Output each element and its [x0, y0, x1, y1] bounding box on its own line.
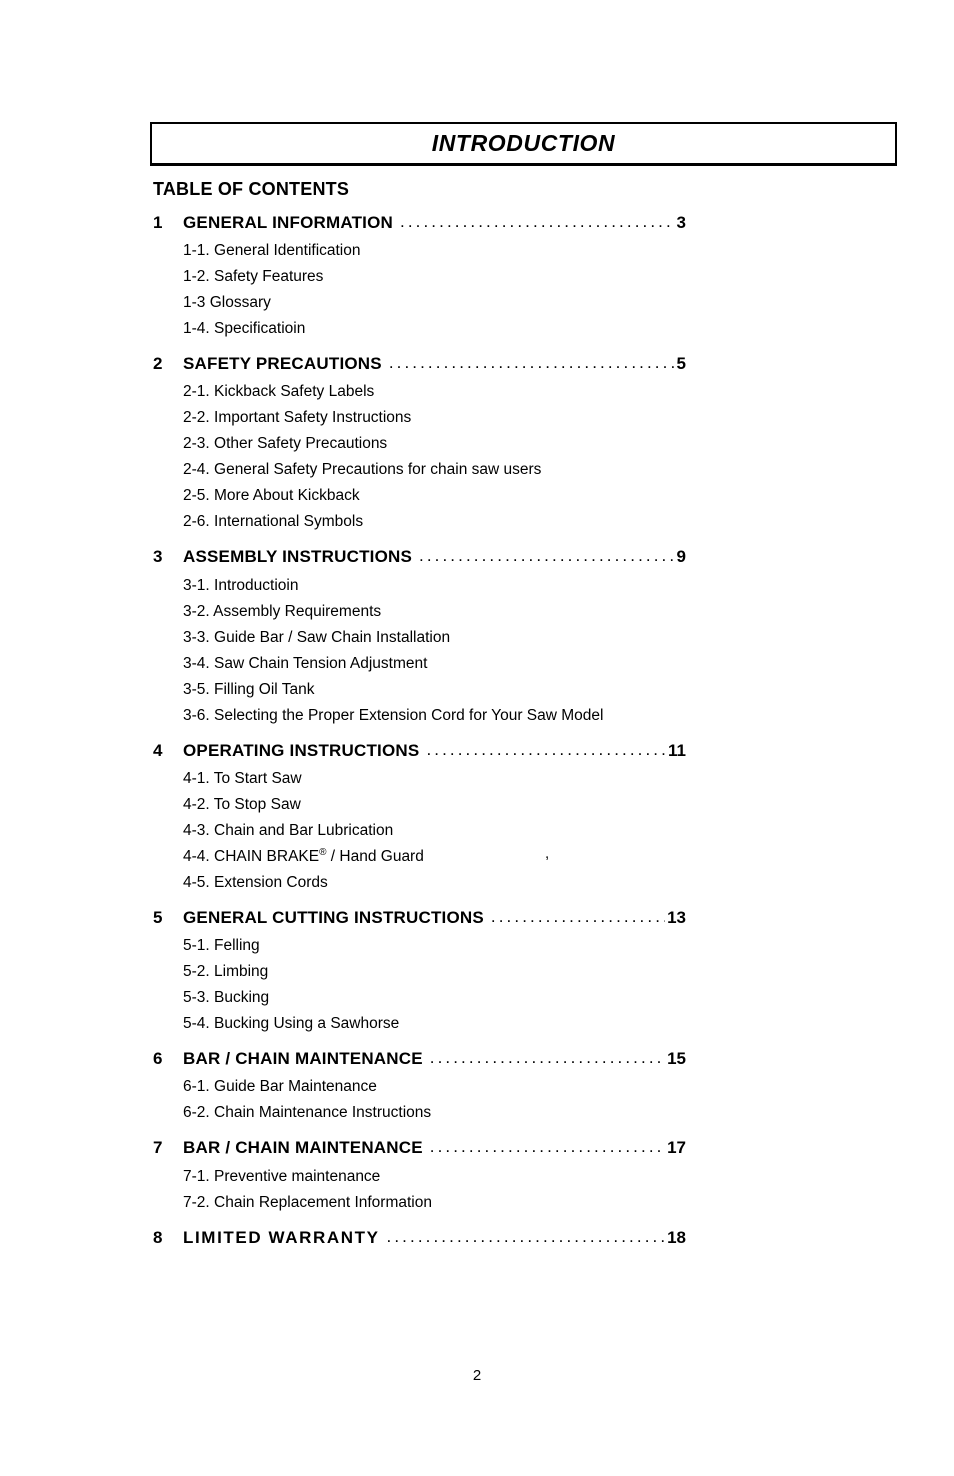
- dot-leader: ........................................…: [490, 906, 665, 926]
- toc-subsection[interactable]: 3-2. Assembly Requirements: [183, 599, 898, 625]
- toc-section: 1 GENERAL INFORMATION....................…: [153, 212, 898, 342]
- toc-subsection[interactable]: 4-3. Chain and Bar Lubrication: [183, 818, 898, 844]
- toc-section-page-number: 3: [676, 212, 686, 232]
- toc-section-title: LIMITED WARRANTY: [183, 1227, 380, 1247]
- dot-leader: ........................................…: [429, 1048, 665, 1068]
- toc-subsection[interactable]: 2-1. Kickback Safety Labels: [183, 379, 898, 405]
- toc-section-row[interactable]: 5 GENERAL CUTTING INSTRUCTIONS...........…: [153, 907, 686, 928]
- dot-leader: ........................................…: [426, 739, 666, 759]
- toc-section-row[interactable]: 7 BAR / CHAIN MAINTENANCE................…: [153, 1137, 686, 1158]
- toc-section-title: BAR / CHAIN MAINTENANCE: [183, 1138, 423, 1158]
- toc-subsection[interactable]: 3-4. Saw Chain Tension Adjustment: [183, 651, 898, 677]
- toc-subsection[interactable]: 1-3 Glossary: [183, 290, 898, 316]
- toc-section: 7 BAR / CHAIN MAINTENANCE................…: [153, 1137, 898, 1215]
- document-page: INTRODUCTION TABLE OF CONTENTS 1 GENERAL …: [0, 0, 954, 1476]
- toc-section-list: 1 GENERAL INFORMATION....................…: [153, 212, 898, 1248]
- toc-section-page-number: 5: [676, 354, 686, 374]
- table-of-contents: TABLE OF CONTENTS 1 GENERAL INFORMATION..…: [153, 179, 898, 1259]
- toc-subsection[interactable]: 3-5. Filling Oil Tank: [183, 677, 898, 703]
- page-title: INTRODUCTION: [431, 130, 616, 156]
- toc-subsection[interactable]: 5-1. Felling: [183, 933, 898, 959]
- toc-section-page-number: 13: [667, 907, 686, 927]
- dot-leader: ........................................…: [386, 1226, 666, 1246]
- toc-section-number: 4: [153, 740, 163, 760]
- toc-subsection[interactable]: 3-1. Introductioin: [183, 573, 898, 599]
- toc-subsection[interactable]: 2-3. Other Safety Precautions: [183, 431, 898, 457]
- toc-section-page-number: 18: [667, 1227, 686, 1247]
- toc-section-number: 1: [153, 212, 163, 232]
- toc-section-row[interactable]: 6 BAR / CHAIN MAINTENANCE................…: [153, 1048, 686, 1069]
- toc-section-title: GENERAL CUTTING INSTRUCTIONS: [183, 907, 484, 927]
- toc-subsection[interactable]: 2-2. Important Safety Instructions: [183, 405, 898, 431]
- toc-section-number: 5: [153, 907, 163, 927]
- dot-leader: ........................................…: [400, 211, 675, 231]
- toc-subsection[interactable]: 4-4. CHAIN BRAKE® / Hand Guard: [183, 844, 898, 870]
- toc-section-title: OPERATING INSTRUCTIONS: [183, 740, 420, 760]
- toc-section: 2 SAFETY PRECAUTIONS.....................…: [153, 353, 898, 535]
- toc-section-row[interactable]: 8 LIMITED WARRANTY.......................…: [153, 1227, 686, 1248]
- toc-subsection[interactable]: 6-1. Guide Bar Maintenance: [183, 1074, 898, 1100]
- toc-subsection[interactable]: 2-6. International Symbols: [183, 509, 898, 535]
- toc-subsection[interactable]: 1-2. Safety Features: [183, 264, 898, 290]
- toc-subsection[interactable]: 1-4. Specificatioin: [183, 316, 898, 342]
- toc-subsection[interactable]: 5-4. Bucking Using a Sawhorse: [183, 1011, 898, 1037]
- toc-section: 5 GENERAL CUTTING INSTRUCTIONS...........…: [153, 907, 898, 1037]
- toc-subsection[interactable]: 7-1. Preventive maintenance: [183, 1164, 898, 1190]
- dot-leader: ........................................…: [388, 353, 675, 373]
- toc-heading: TABLE OF CONTENTS: [153, 179, 350, 199]
- dot-leader: ........................................…: [429, 1137, 665, 1157]
- toc-subsection[interactable]: 7-2. Chain Replacement Information: [183, 1190, 898, 1216]
- toc-section-title: GENERAL INFORMATION: [183, 212, 393, 232]
- toc-section-page-number: 15: [667, 1049, 686, 1069]
- toc-section-row[interactable]: 1 GENERAL INFORMATION....................…: [153, 212, 686, 233]
- toc-subsection[interactable]: 2-5. More About Kickback: [183, 483, 898, 509]
- toc-subsection[interactable]: 4-5. Extension Cords: [183, 870, 898, 896]
- toc-subsection[interactable]: 3-6. Selecting the Proper Extension Cord…: [183, 703, 898, 729]
- toc-section-row[interactable]: 3 ASSEMBLY INSTRUCTIONS..................…: [153, 546, 686, 567]
- toc-section-number: 8: [153, 1227, 163, 1247]
- registered-trademark-icon: ®: [319, 846, 327, 858]
- toc-section-title: ASSEMBLY INSTRUCTIONS: [183, 547, 413, 567]
- toc-subsection[interactable]: 4-2. To Stop Saw: [183, 792, 898, 818]
- page-number: 2: [472, 1367, 482, 1384]
- toc-section-row[interactable]: 2 SAFETY PRECAUTIONS.....................…: [153, 353, 686, 374]
- toc-subsection[interactable]: 3-3. Guide Bar / Saw Chain Installation: [183, 625, 898, 651]
- toc-subsection[interactable]: 5-2. Limbing: [183, 959, 898, 985]
- toc-section: 3 ASSEMBLY INSTRUCTIONS..................…: [153, 546, 898, 728]
- toc-section-number: 3: [153, 547, 163, 567]
- toc-section-page-number: 11: [668, 740, 686, 760]
- toc-subsection[interactable]: 1-1. General Identification: [183, 238, 898, 264]
- toc-subsection[interactable]: 6-2. Chain Maintenance Instructions: [183, 1100, 898, 1126]
- toc-section-page-number: 9: [676, 547, 686, 567]
- toc-subsection[interactable]: 4-1. To Start Saw: [183, 766, 898, 792]
- toc-section: 8 LIMITED WARRANTY.......................…: [153, 1227, 898, 1248]
- toc-section-row[interactable]: 4 OPERATING INSTRUCTIONS.................…: [153, 740, 686, 761]
- toc-section-title: SAFETY PRECAUTIONS: [183, 354, 382, 374]
- toc-subsection[interactable]: 5-3. Bucking: [183, 985, 898, 1011]
- toc-section-number: 7: [153, 1138, 163, 1158]
- toc-section-number: 6: [153, 1049, 163, 1069]
- toc-section-title: BAR / CHAIN MAINTENANCE: [183, 1049, 423, 1069]
- toc-section-number: 2: [153, 354, 163, 374]
- toc-section-page-number: 17: [667, 1138, 686, 1158]
- toc-section: 4 OPERATING INSTRUCTIONS.................…: [153, 740, 898, 896]
- scan-artifact-mark: ,: [545, 845, 550, 862]
- dot-leader: ........................................…: [419, 546, 675, 566]
- toc-section: 6 BAR / CHAIN MAINTENANCE................…: [153, 1048, 898, 1126]
- toc-subsection[interactable]: 2-4. General Safety Precautions for chai…: [183, 457, 898, 483]
- introduction-banner: INTRODUCTION: [150, 122, 897, 166]
